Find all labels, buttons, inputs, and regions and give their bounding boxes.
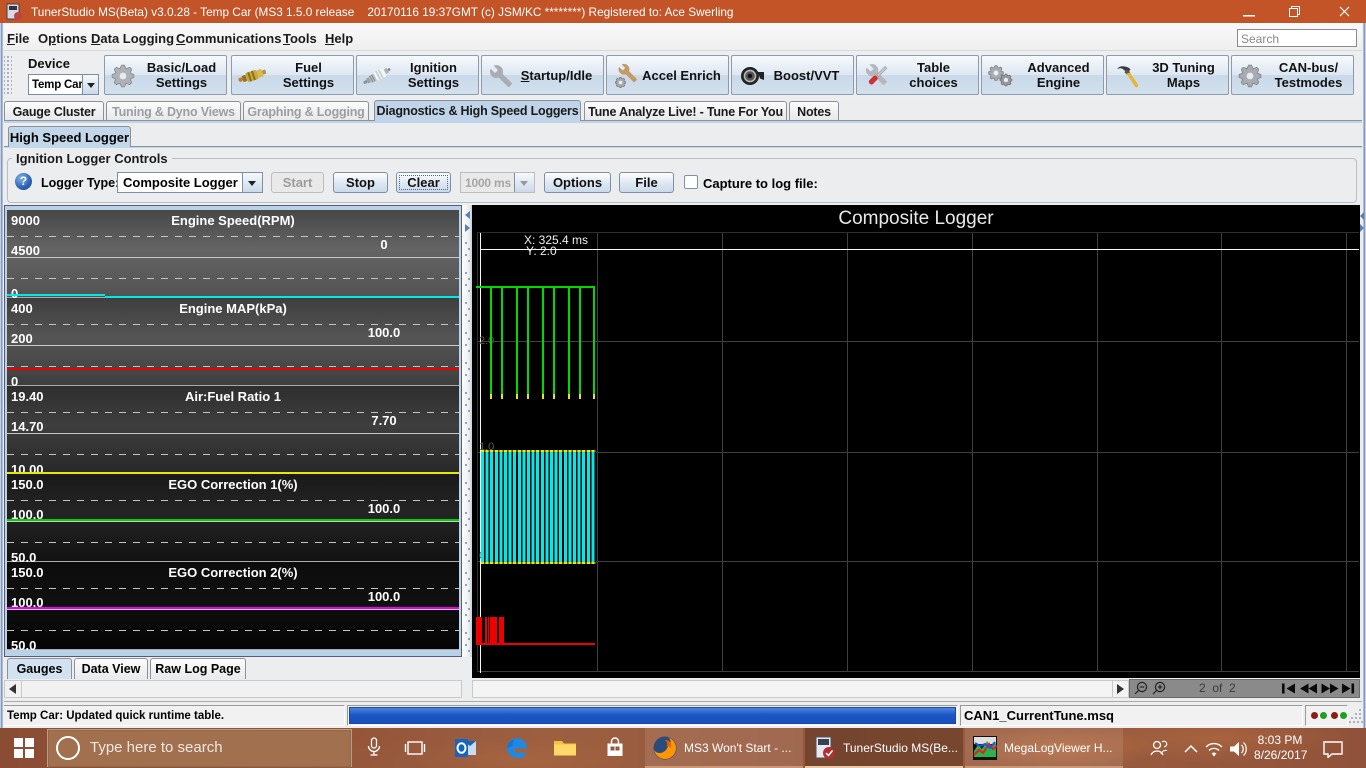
svg-text:2 of 2: 2 of 2 bbox=[1199, 681, 1236, 695]
